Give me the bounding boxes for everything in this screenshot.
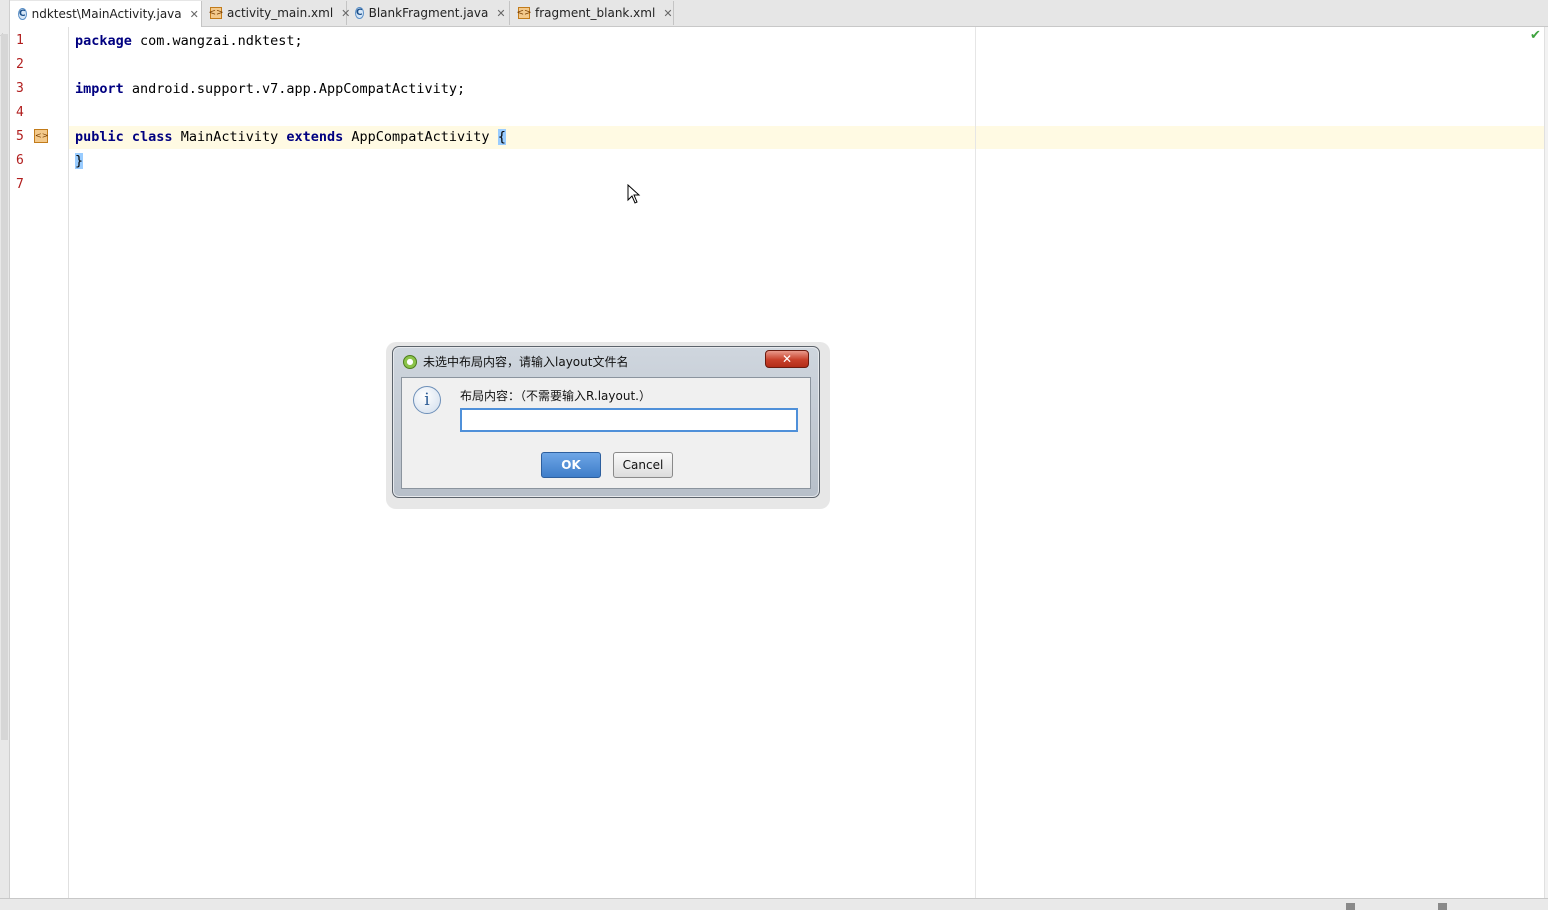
keyword: public (75, 129, 124, 145)
java-class-icon: C (355, 7, 364, 19)
tab-label: BlankFragment.java (368, 6, 489, 20)
right-error-stripe[interactable] (1544, 27, 1548, 898)
close-tab-icon[interactable]: ✕ (663, 7, 672, 20)
dialog-title: 未选中布局内容，请输入layout文件名 (423, 355, 629, 369)
dialog-prompt: 布局内容：（不需要输入R.layout.） (460, 389, 651, 403)
code-line-1: package com.wangzai.ndktest; (75, 33, 303, 49)
code-line-6: } (75, 153, 84, 169)
line-number: 2 (16, 57, 24, 72)
open-brace: { (497, 129, 506, 145)
left-tool-strip: ‹ (0, 0, 10, 909)
dialog-body: i 布局内容：（不需要输入R.layout.） OK Cancel (401, 377, 811, 489)
xml-file-icon: <> (516, 7, 532, 19)
line-number: 3 (16, 81, 24, 96)
tab-activity-main-xml[interactable]: <> activity_main.xml ✕ (202, 1, 350, 25)
xml-file-icon: <> (208, 7, 224, 19)
line-number: 7 (16, 177, 24, 192)
cancel-button[interactable]: Cancel (613, 452, 673, 478)
keyword: class (131, 129, 173, 145)
layout-gutter-icon[interactable]: <> (34, 129, 48, 143)
code-line-5: public class MainActivity extends AppCom… (75, 129, 506, 145)
tab-label: activity_main.xml (227, 6, 334, 20)
android-studio-icon: ● (403, 354, 417, 369)
code-text: com.wangzai.ndktest; (131, 33, 303, 49)
layout-name-dialog: ● 未选中布局内容，请输入layout文件名 ✕ i 布局内容：（不需要输入R.… (392, 346, 820, 498)
close-brace: } (75, 153, 84, 169)
no-errors-check-icon: ✔ (1530, 28, 1541, 43)
line-number: 4 (16, 105, 24, 120)
close-tab-icon[interactable]: ✕ (496, 7, 505, 20)
line-number: 5 (16, 129, 24, 144)
line-number: 6 (16, 153, 24, 168)
left-scrollbar[interactable] (1, 34, 8, 740)
code-line-3: import android.support.v7.app.AppCompatA… (75, 81, 465, 97)
close-tab-icon[interactable]: ✕ (190, 8, 199, 21)
tab-label: ndktest\MainActivity.java (31, 7, 182, 21)
keyword: extends (286, 129, 344, 145)
code-text: android.support.v7.app.AppCompatActivity… (123, 81, 466, 97)
dialog-close-button[interactable]: ✕ (765, 350, 809, 368)
tab-blankfragment-java[interactable]: C BlankFragment.java ✕ (347, 1, 510, 25)
code-text: MainActivity (172, 129, 287, 145)
layout-name-input[interactable] (460, 408, 798, 432)
line-number-gutter[interactable]: 1 2 3 4 5 6 7 <> (10, 27, 69, 898)
tab-mainactivity-java[interactable]: C ndktest\MainActivity.java ✕ (10, 1, 202, 27)
line-number: 1 (16, 33, 24, 48)
dialog-title-bar[interactable]: ● 未选中布局内容，请输入layout文件名 (403, 353, 628, 370)
mouse-pointer-icon (627, 184, 641, 204)
java-class-icon: C (18, 8, 27, 20)
keyword: import (75, 81, 124, 97)
ok-button[interactable]: OK (541, 452, 601, 478)
status-bar (0, 898, 1548, 910)
code-text: AppCompatActivity (343, 129, 498, 145)
tab-fragment-blank-xml[interactable]: <> fragment_blank.xml ✕ (510, 1, 674, 25)
keyword: package (75, 33, 132, 49)
tab-label: fragment_blank.xml (535, 6, 656, 20)
editor-tab-bar: C ndktest\MainActivity.java ✕ <> activit… (10, 0, 1548, 27)
info-icon: i (413, 386, 441, 414)
